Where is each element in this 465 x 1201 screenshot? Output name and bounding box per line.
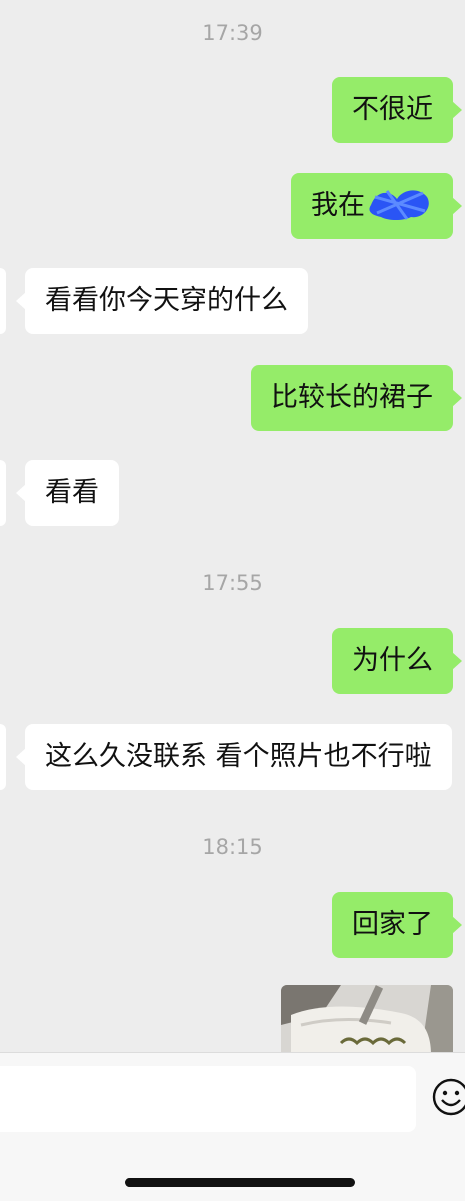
photo-thumbnail[interactable] xyxy=(281,985,453,1055)
smiley-icon[interactable] xyxy=(431,1077,465,1117)
message-text: 看看你今天穿的什么 xyxy=(45,285,288,316)
message-bubble-incoming[interactable]: 看看 xyxy=(16,460,119,526)
message-text: 看看 xyxy=(45,477,99,508)
message-text: 不很近 xyxy=(352,94,433,125)
avatar[interactable] xyxy=(0,460,6,526)
home-indicator[interactable] xyxy=(125,1178,355,1187)
timestamp: 17:39 xyxy=(202,21,263,45)
message-input[interactable] xyxy=(0,1066,416,1132)
message-bubble-outgoing[interactable]: 比较长的裙子 xyxy=(251,365,462,431)
message-bubble-outgoing[interactable]: 不很近 xyxy=(332,77,462,143)
message-text: 我在 xyxy=(311,190,365,221)
photo-content xyxy=(281,985,453,1055)
avatar[interactable] xyxy=(0,724,6,790)
message-bubble-incoming[interactable]: 看看你今天穿的什么 xyxy=(16,268,308,334)
message-bubble-outgoing[interactable]: 回家了 xyxy=(332,892,462,958)
redaction-scribble xyxy=(369,189,429,220)
message-text: 比较长的裙子 xyxy=(271,382,433,413)
message-bubble-outgoing[interactable]: 我在 xyxy=(291,173,462,239)
message-text: 为什么 xyxy=(352,645,433,676)
timestamp: 18:15 xyxy=(202,835,263,859)
message-text: 回家了 xyxy=(352,909,433,940)
message-bubble-outgoing[interactable]: 为什么 xyxy=(332,628,462,694)
timestamp: 17:55 xyxy=(202,571,263,595)
message-text: 这么久没联系 看个照片也不行啦 xyxy=(45,741,432,772)
avatar[interactable] xyxy=(0,268,6,334)
message-bubble-incoming[interactable]: 这么久没联系 看个照片也不行啦 xyxy=(16,724,452,790)
